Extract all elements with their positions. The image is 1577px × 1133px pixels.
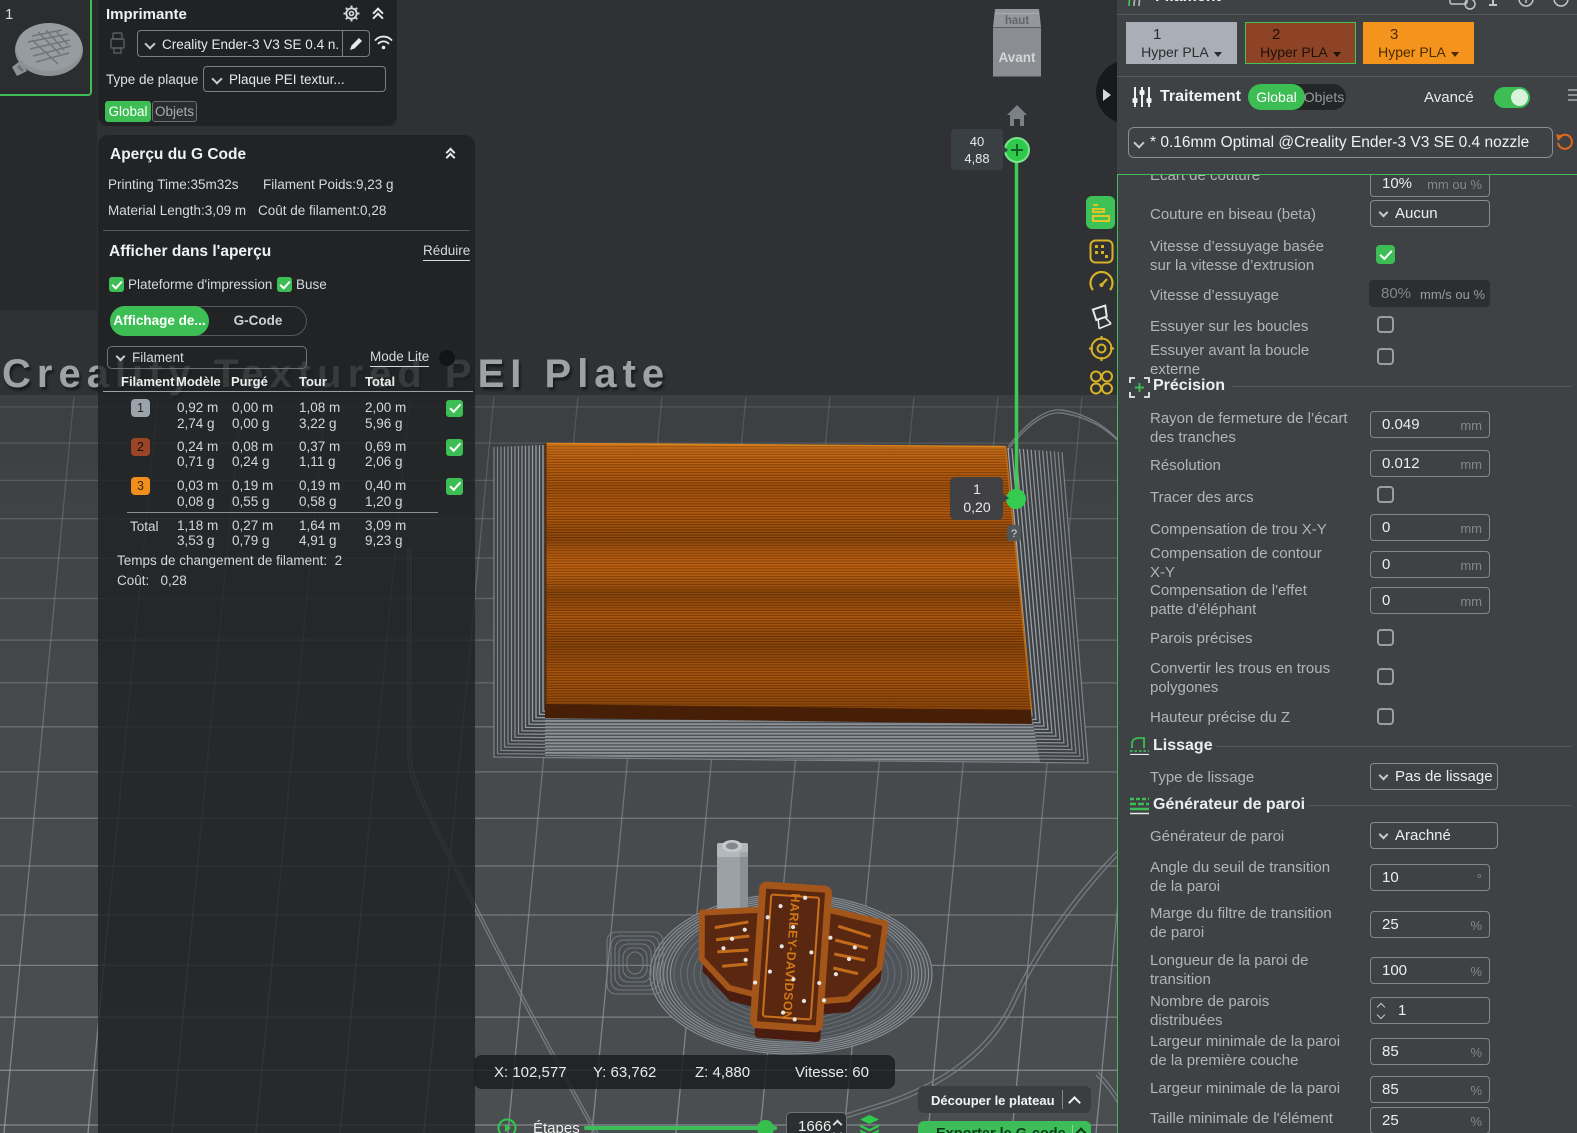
svg-text:haut: haut [1005, 15, 1029, 27]
svg-text:1: 1 [973, 481, 981, 497]
svg-text:?: ? [1011, 528, 1017, 540]
svg-text:Avant: Avant [998, 50, 1036, 65]
svg-text:0,20: 0,20 [963, 499, 990, 515]
svg-text:4,88: 4,88 [964, 151, 989, 166]
svg-text:40: 40 [970, 134, 984, 149]
